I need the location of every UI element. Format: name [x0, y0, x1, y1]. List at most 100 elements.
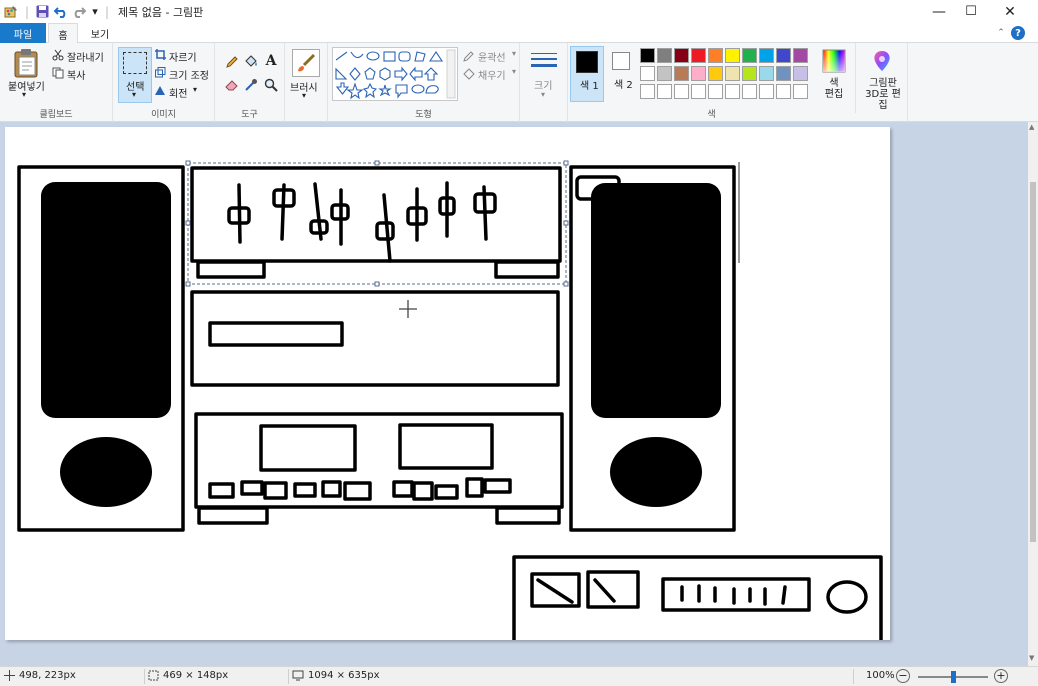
palette-swatch[interactable] [657, 48, 672, 63]
palette-swatch[interactable] [657, 66, 672, 81]
select-button[interactable]: 선택 ▾ [118, 47, 152, 103]
fill-dropdown-icon[interactable]: ▾ [512, 67, 516, 76]
shapes-gallery-icons[interactable] [333, 48, 457, 100]
save-icon[interactable] [32, 0, 52, 23]
line-size-icon[interactable] [531, 51, 557, 73]
palette-swatch[interactable] [691, 48, 706, 63]
fill-bucket-icon[interactable] [244, 55, 258, 69]
palette-swatch[interactable] [793, 48, 808, 63]
cursor-position: 498, 223px [19, 670, 76, 681]
paste-button[interactable]: 붙여넣기 [8, 78, 45, 93]
vertical-scrollbar[interactable]: ▲ ▼ [1028, 122, 1038, 666]
palette-swatch[interactable] [776, 84, 791, 99]
shapes-gallery[interactable] [332, 47, 458, 101]
zoom-slider-thumb[interactable] [951, 671, 957, 683]
magnifier-icon[interactable] [264, 78, 278, 92]
image-size: 1094 × 635px [308, 670, 380, 681]
color-picker-icon[interactable] [244, 78, 258, 92]
palette-swatch[interactable] [640, 84, 655, 99]
scroll-down-icon[interactable]: ▼ [1029, 654, 1034, 662]
paste-dropdown-icon[interactable]: ▾ [22, 90, 26, 99]
brushes-dropdown-icon[interactable]: ▾ [302, 91, 306, 100]
divider [288, 669, 289, 684]
copy-button[interactable]: 복사 [67, 67, 85, 82]
window-title: 제목 없음 - 그림판 [118, 5, 204, 19]
selection-size: 469 × 148px [163, 670, 229, 681]
paint3d-button[interactable]: 그림판 3D로 편집 [861, 78, 905, 111]
help-icon[interactable]: ? [1011, 26, 1025, 40]
undo-icon[interactable] [52, 0, 70, 23]
palette-swatch[interactable] [742, 84, 757, 99]
palette-swatch[interactable] [640, 48, 655, 63]
palette-swatch[interactable] [793, 84, 808, 99]
pencil-icon[interactable] [225, 55, 239, 69]
outline-button[interactable]: 윤곽선 [478, 49, 506, 64]
palette-swatch[interactable] [742, 48, 757, 63]
palette-swatch[interactable] [725, 84, 740, 99]
palette-swatch[interactable] [691, 66, 706, 81]
color2-button[interactable]: 색 2 [608, 46, 636, 102]
resize-icon[interactable] [155, 67, 166, 78]
edit-colors-button[interactable]: 색 편집 [824, 78, 844, 100]
fill-button[interactable]: 채우기 [478, 67, 506, 82]
palette-swatch[interactable] [691, 84, 706, 99]
paint-app-icon[interactable] [0, 0, 22, 23]
crop-icon[interactable] [155, 49, 166, 60]
paint3d-icon[interactable] [870, 49, 894, 73]
palette-swatch[interactable] [793, 66, 808, 81]
palette-swatch[interactable] [776, 48, 791, 63]
drawing-canvas[interactable] [5, 127, 890, 640]
outline-dropdown-icon[interactable]: ▾ [512, 49, 516, 58]
paste-icon[interactable] [10, 47, 42, 79]
palette-swatch[interactable] [674, 66, 689, 81]
zoom-in-button[interactable]: + [994, 669, 1008, 683]
palette-swatch[interactable] [708, 48, 723, 63]
palette-swatch[interactable] [776, 66, 791, 81]
cut-button[interactable]: 잘라내기 [67, 49, 104, 64]
rotate-icon[interactable] [155, 85, 166, 96]
brush-icon[interactable] [292, 49, 320, 77]
tools-group: A 도구 [215, 43, 285, 122]
tab-view[interactable]: 보기 [80, 23, 120, 43]
crop-button[interactable]: 자르기 [169, 49, 197, 64]
palette-swatch[interactable] [742, 66, 757, 81]
rotate-dropdown-icon[interactable]: ▾ [193, 85, 197, 94]
eraser-icon[interactable] [225, 78, 239, 92]
copy-icon[interactable] [52, 67, 64, 79]
text-tool-icon[interactable]: A [264, 53, 278, 69]
palette-swatch[interactable] [657, 84, 672, 99]
cut-icon[interactable] [52, 49, 64, 61]
close-button[interactable]: ✕ [987, 0, 1033, 23]
divider [144, 669, 145, 684]
collapse-ribbon-icon[interactable]: ⌃ [994, 23, 1008, 43]
palette-swatch[interactable] [725, 66, 740, 81]
palette-swatch[interactable] [759, 66, 774, 81]
size-dropdown-icon[interactable]: ▾ [541, 90, 545, 99]
palette-swatch[interactable] [759, 84, 774, 99]
palette-swatch[interactable] [674, 48, 689, 63]
palette-swatch[interactable] [674, 84, 689, 99]
scroll-up-icon[interactable]: ▲ [1029, 123, 1034, 131]
equalizer-unit [190, 166, 562, 263]
palette-swatch[interactable] [759, 48, 774, 63]
customize-quick-access-icon[interactable]: ▾ [88, 0, 102, 23]
palette-swatch[interactable] [725, 48, 740, 63]
scrollbar-thumb[interactable] [1030, 182, 1036, 542]
palette-swatch[interactable] [708, 66, 723, 81]
quick-access-divider: | [104, 4, 110, 19]
tab-file[interactable]: 파일 [0, 23, 46, 43]
tab-home[interactable]: 홈 [48, 23, 78, 44]
resize-button[interactable]: 크기 조정 [169, 67, 209, 82]
fill-icon[interactable] [463, 68, 475, 80]
palette-swatch[interactable] [640, 66, 655, 81]
palette-swatch[interactable] [708, 84, 723, 99]
edit-colors-icon[interactable] [822, 49, 846, 73]
select-dropdown-icon[interactable]: ▾ [132, 90, 136, 99]
outline-icon[interactable] [463, 50, 475, 62]
zoom-out-button[interactable]: − [896, 669, 910, 683]
cassette-window-right [398, 423, 494, 470]
select-icon [123, 52, 147, 74]
rotate-button[interactable]: 회전 [169, 85, 187, 100]
redo-icon[interactable] [70, 0, 88, 23]
color1-button[interactable]: 색 1 [570, 46, 604, 102]
